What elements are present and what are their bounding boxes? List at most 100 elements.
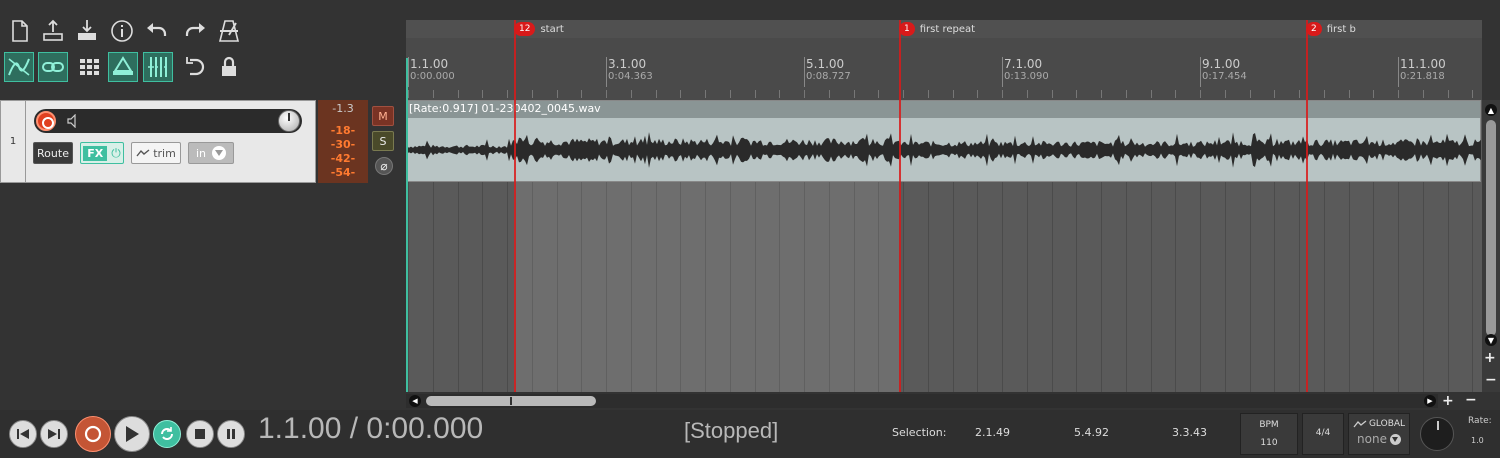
- route-label: Route: [37, 146, 69, 160]
- arrange-view[interactable]: 12 start 1 first repeat 2 first b 1.1.00…: [406, 20, 1482, 392]
- stop-button[interactable]: [186, 420, 214, 448]
- ruler-minor-tick: [1398, 90, 1399, 98]
- load-project-icon[interactable]: [72, 16, 102, 46]
- global-dropdown[interactable]: none: [1349, 432, 1409, 446]
- grid-snap-icon[interactable]: [143, 52, 173, 82]
- metronome-icon[interactable]: [214, 16, 244, 46]
- scroll-up-icon[interactable]: ▲: [1485, 104, 1497, 116]
- marker-first-b[interactable]: 2 first b: [1306, 20, 1356, 38]
- scroll-right-icon[interactable]: ▶: [1424, 395, 1436, 407]
- ripple-edit-icon[interactable]: [4, 52, 34, 82]
- track-name-field[interactable]: [34, 109, 302, 133]
- input-button[interactable]: in: [188, 142, 234, 164]
- ruler-minor-tick: [854, 90, 855, 98]
- volume-knob[interactable]: [278, 110, 300, 132]
- zoom-out-vertical-icon[interactable]: −: [1485, 372, 1497, 388]
- selection-length[interactable]: 3.3.43: [1172, 426, 1207, 439]
- solo-button[interactable]: S: [372, 131, 394, 151]
- loop-icon[interactable]: [180, 52, 210, 82]
- track-lanes[interactable]: [Rate:0.917] 01-230402_0045.wav: [406, 100, 1482, 392]
- ruler-minor-tick: [730, 90, 731, 98]
- ruler-minor-tick: [532, 90, 533, 98]
- snap-link-icon[interactable]: [38, 52, 68, 82]
- speaker-icon[interactable]: [66, 114, 82, 128]
- track-number[interactable]: 1: [0, 100, 26, 183]
- repeat-toggle-button[interactable]: [153, 420, 181, 448]
- zoom-out-horizontal-icon[interactable]: −: [1465, 392, 1477, 408]
- ruler-bar-label: 7.1.00: [1004, 57, 1043, 71]
- marker-line: [514, 20, 516, 392]
- ruler-minor-tick: [1002, 90, 1003, 98]
- ruler-tick: 3.1.00 0:04.363: [606, 57, 653, 87]
- meter-scale-label: -42-: [330, 152, 356, 165]
- transport-status: [Stopped]: [684, 418, 779, 443]
- scroll-down-icon[interactable]: ▼: [1485, 334, 1497, 346]
- vertical-scrollbar[interactable]: ▲ ▼ + −: [1482, 100, 1500, 392]
- scroll-left-icon[interactable]: ◀: [409, 395, 421, 407]
- info-icon[interactable]: [107, 16, 137, 46]
- fx-bypass-icon[interactable]: ⏻: [111, 146, 121, 161]
- ruler-time-label: 0:17.454: [1202, 71, 1247, 82]
- redo-icon[interactable]: [180, 16, 210, 46]
- marker-start[interactable]: 12 start: [514, 20, 564, 38]
- marker-lane[interactable]: 12 start 1 first repeat 2 first b: [406, 20, 1482, 38]
- waveform: [407, 132, 1481, 168]
- envelope-icon: [1353, 420, 1367, 428]
- horizontal-scroll-thumb[interactable]: [426, 396, 596, 406]
- selection-end[interactable]: 5.4.92: [1074, 426, 1109, 439]
- timeline-ruler[interactable]: 1.1.00 0:00.000 3.1.00 0:04.363 5.1.00 0:08…: [406, 38, 1482, 118]
- marker-first-repeat[interactable]: 1 first repeat: [899, 20, 975, 38]
- horizontal-scrollbar[interactable]: ◀ ▶: [406, 394, 1438, 408]
- ruler-minor-tick: [1349, 90, 1350, 98]
- ruler-minor-tick: [458, 90, 459, 98]
- record-button[interactable]: [75, 416, 111, 452]
- ruler-bar-label: 3.1.00: [608, 57, 647, 71]
- lock-icon[interactable]: [214, 52, 244, 82]
- go-to-start-button[interactable]: [9, 420, 37, 448]
- ruler-tick: 11.1.00 0:21.818: [1398, 57, 1446, 87]
- meter-scale-label: -18-: [330, 124, 356, 137]
- bpm-label: BPM: [1259, 420, 1279, 430]
- new-project-icon[interactable]: [4, 16, 34, 46]
- vertical-scroll-thumb[interactable]: [1486, 120, 1496, 336]
- pause-button[interactable]: [217, 420, 245, 448]
- undo-icon[interactable]: [142, 16, 172, 46]
- time-signature-box[interactable]: 4/4: [1302, 413, 1344, 455]
- zoom-in-vertical-icon[interactable]: +: [1484, 350, 1496, 366]
- route-button[interactable]: Route: [33, 142, 73, 164]
- fx-button[interactable]: FX ⏻: [80, 142, 124, 164]
- selection-label: Selection:: [892, 426, 947, 439]
- media-item[interactable]: [Rate:0.917] 01-230402_0045.wav: [406, 100, 1481, 182]
- zoom-in-horizontal-icon[interactable]: +: [1442, 393, 1454, 409]
- ruler-minor-tick: [680, 90, 681, 98]
- play-button[interactable]: [114, 416, 150, 452]
- marker-name: start: [540, 23, 564, 35]
- time-display[interactable]: 1.1.00 / 0:00.000: [258, 412, 483, 446]
- playrate-mode-box[interactable]: GLOBAL none: [1348, 413, 1410, 455]
- record-arm-button[interactable]: [36, 111, 56, 131]
- playrate-value: 1.0: [1471, 436, 1484, 445]
- grid-icon[interactable]: [74, 52, 104, 82]
- track-meter[interactable]: -1.3 -18- -30- -42- -54-: [318, 100, 368, 183]
- global-label: GLOBAL: [1368, 419, 1406, 429]
- automation-mode-button[interactable]: trim: [131, 142, 181, 164]
- item-grouping-icon[interactable]: [108, 52, 138, 82]
- ruler-minor-tick: [1472, 90, 1473, 98]
- skip-forward-icon: [48, 429, 60, 439]
- repeat-icon: [161, 427, 173, 440]
- save-project-icon[interactable]: [38, 16, 68, 46]
- selection-start[interactable]: 2.1.49: [975, 426, 1010, 439]
- ruler-minor-tick: [507, 90, 508, 98]
- go-to-end-button[interactable]: [40, 420, 68, 448]
- mute-button[interactable]: M: [372, 106, 394, 126]
- marker-line: [899, 20, 901, 392]
- media-item-label: [Rate:0.917] 01-230402_0045.wav: [407, 101, 1480, 118]
- ruler-tick: 1.1.00 0:00.000: [408, 57, 455, 87]
- ruler-minor-tick: [1274, 90, 1275, 98]
- bpm-value: 110: [1260, 438, 1278, 448]
- playrate-knob[interactable]: [1420, 417, 1454, 451]
- bpm-box[interactable]: BPM 110: [1240, 413, 1298, 455]
- track-control-panel[interactable]: Route FX ⏻ trim in: [26, 100, 316, 183]
- phase-invert-button[interactable]: ⌀: [375, 157, 393, 175]
- ruler-minor-tick: [1126, 90, 1127, 98]
